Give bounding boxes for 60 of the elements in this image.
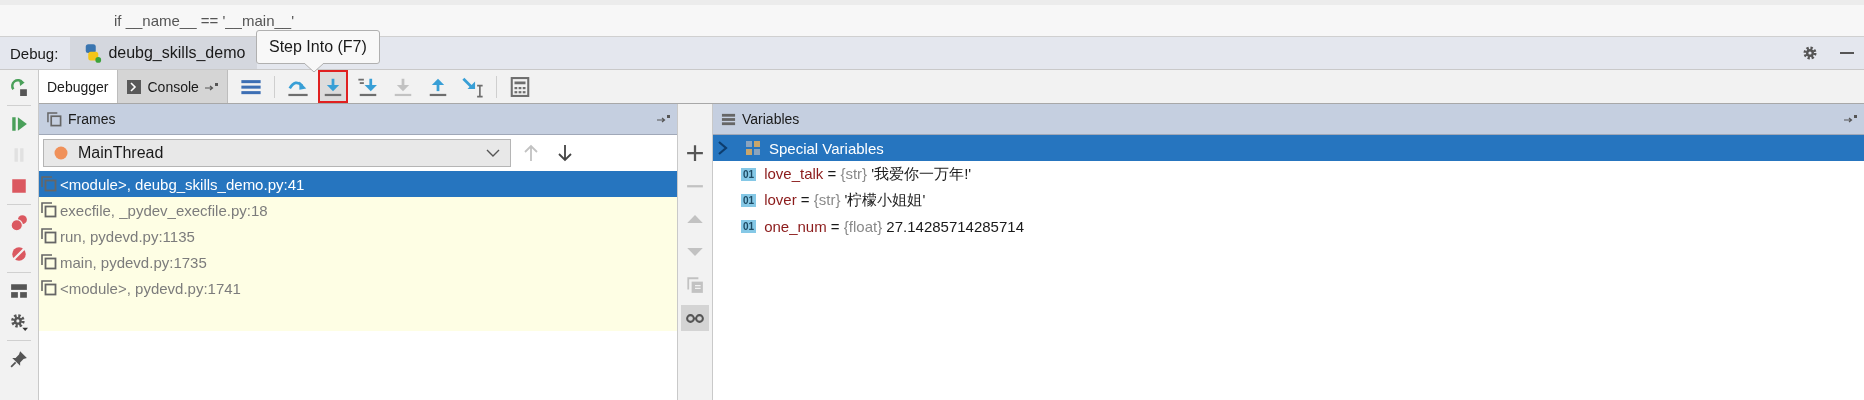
frame-row[interactable]: run, pydevd.py:1135: [39, 223, 677, 249]
pin-icon: [10, 350, 28, 368]
type-badge: 01: [741, 219, 757, 233]
run-to-cursor-icon: [461, 75, 484, 98]
minus-icon: [686, 183, 704, 189]
console-icon: [125, 78, 142, 95]
pin-tab-icon[interactable]: [1844, 114, 1858, 124]
down-triangle-icon: [686, 247, 704, 257]
frame-row[interactable]: <module>, deubg_skills_demo.py:41: [39, 171, 677, 197]
variable-text: love_talk = {str} '我爱你一万年!': [764, 164, 972, 184]
variables-title: Variables: [742, 111, 800, 127]
frame-icon: [41, 280, 57, 296]
chevron-icon[interactable]: [717, 141, 729, 155]
variable-row[interactable]: 01 love_talk = {str} '我爱你一万年!': [713, 161, 1864, 187]
thread-dropdown[interactable]: MainThread: [43, 139, 511, 167]
panel-tab[interactable]: Console: [117, 70, 228, 103]
grid-icon: [745, 140, 761, 156]
up-arrow-icon: [523, 144, 539, 162]
session-tab[interactable]: deubg_skills_demo: [70, 37, 258, 69]
code-line: if __name__ == '__main__': [114, 12, 295, 29]
frames-title: Frames: [68, 111, 116, 127]
variable-group-row[interactable]: Special Variables: [713, 135, 1864, 161]
layout-icon: [10, 282, 28, 300]
type-badge: 01: [741, 193, 757, 207]
plus-icon: [686, 144, 704, 162]
debug-label: Debug:: [10, 44, 59, 62]
step-into-button[interactable]: [317, 70, 348, 103]
settings-icon: [10, 313, 28, 331]
resume-icon: [10, 115, 28, 133]
calculator-icon: [508, 75, 531, 98]
chevron-down-icon: [486, 148, 500, 158]
frame-icon: [41, 176, 57, 192]
frame-icon: [41, 202, 57, 218]
frame-icon: [41, 228, 57, 244]
variable-text: one_num = {float} 27.14285714285714: [764, 217, 1024, 235]
variable-row[interactable]: 01 one_num = {float} 27.14285714285714: [713, 213, 1864, 239]
breakpoints-icon: [10, 214, 28, 232]
frame-row[interactable]: main, pydevd.py:1735: [39, 249, 677, 275]
mute-breakpoints-icon: [10, 245, 28, 263]
glasses-icon: [686, 313, 704, 323]
thread-dot-icon: [54, 146, 68, 160]
variable-text: lover = {str} '柠檬小姐姐': [764, 190, 926, 210]
pin-tab-icon: [204, 81, 219, 92]
lines-icon: [721, 111, 736, 127]
down-arrow-icon: [557, 144, 573, 162]
panel-tab[interactable]: Debugger: [39, 70, 118, 103]
copy-icon: [686, 276, 704, 294]
variable-row[interactable]: 01 lover = {str} '柠檬小姐姐': [713, 187, 1864, 213]
frame-icon: [41, 254, 57, 270]
type-badge: 01: [741, 167, 757, 181]
pin-tab-icon[interactable]: [657, 114, 671, 124]
frames-icon: [47, 111, 62, 127]
frame-row[interactable]: <module>, pydevd.py:1741: [39, 275, 677, 301]
glasses-button[interactable]: [681, 305, 709, 331]
frame-row[interactable]: execfile, _pydev_execfile.py:18: [39, 197, 677, 223]
up-triangle-icon: [686, 214, 704, 224]
rerun-icon: [10, 78, 28, 96]
stop-icon: [10, 177, 28, 195]
variable-group-name: Special Variables: [769, 139, 884, 157]
settings-icon[interactable]: [1802, 45, 1818, 61]
